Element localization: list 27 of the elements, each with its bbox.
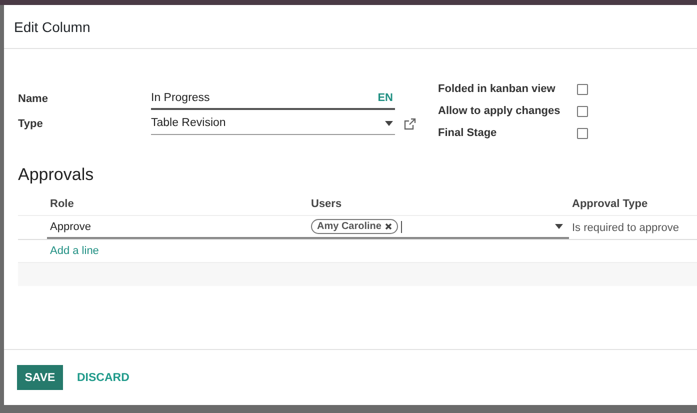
field-label: Name: [18, 92, 49, 104]
option-label: Allow to apply changes: [438, 105, 562, 117]
field-label: Type: [18, 118, 44, 130]
checkbox[interactable]: [577, 106, 588, 116]
column-header: Role: [50, 198, 75, 210]
external-link-icon[interactable]: [404, 118, 416, 130]
text-cursor: [401, 220, 402, 232]
add-line-link[interactable]: Add a line: [50, 245, 99, 257]
caret-icon: [555, 224, 563, 229]
column-header: Users: [311, 198, 343, 210]
table-cell-text: Is required to approve: [571, 220, 680, 236]
text-field[interactable]: In Progress EN: [151, 88, 395, 110]
checkbox[interactable]: [577, 84, 588, 94]
caret-icon: [385, 120, 393, 126]
role-field[interactable]: Approve: [47, 216, 308, 238]
checkbox[interactable]: [577, 128, 588, 138]
option-label: Final Stage: [438, 127, 498, 139]
dialog-title: Edit Column: [14, 18, 90, 34]
save-button[interactable]: SAVE: [17, 365, 63, 390]
remove-icon[interactable]: [385, 223, 392, 230]
user-tag: Amy Caroline: [311, 219, 398, 234]
column-header: Approval Type: [572, 198, 649, 210]
section-heading: Approvals: [18, 165, 95, 186]
option-label: Folded in kanban view: [438, 83, 556, 95]
users-field[interactable]: Amy Caroline: [308, 216, 569, 238]
language-link[interactable]: EN: [378, 92, 393, 104]
select-field[interactable]: Table Revision: [151, 112, 395, 134]
